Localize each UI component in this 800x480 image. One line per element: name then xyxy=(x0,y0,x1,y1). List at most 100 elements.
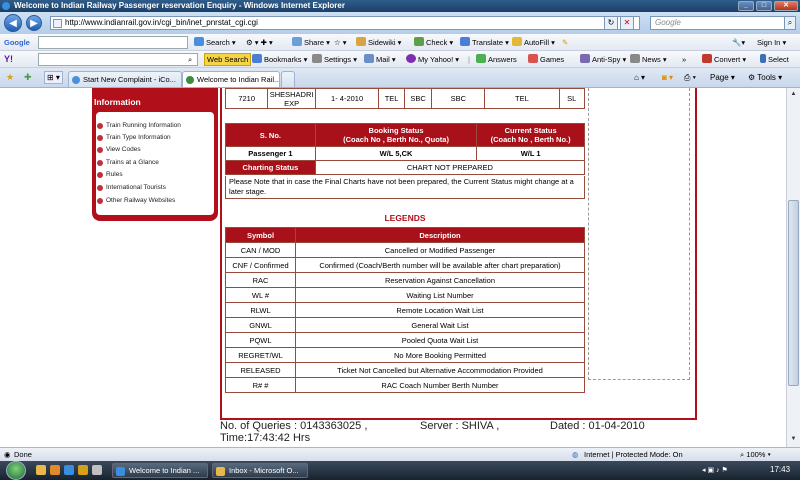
window-titlebar: Welcome to Indian Railway Passenger rese… xyxy=(0,0,800,12)
yahoo-search-input[interactable] xyxy=(38,53,198,66)
autofill-label: AutoFill xyxy=(524,38,550,47)
legend-description: RAC Coach Number Berth Number xyxy=(295,377,585,393)
antispy-button[interactable]: Anti-Spy ▾ xyxy=(580,54,626,65)
tab-indian-rail[interactable]: Welcome to Indian Rail... xyxy=(182,71,280,87)
sidebar-item-international-tourists[interactable]: International Tourists xyxy=(97,184,166,191)
sidebar-item-label: Rules xyxy=(106,171,123,178)
legend-symbol: R# # xyxy=(225,377,296,393)
table-row: GNWL General Wait List xyxy=(225,317,585,333)
bookmark-button[interactable]: ☆ ▾ xyxy=(334,37,347,48)
games-button[interactable]: Games xyxy=(528,54,564,65)
answers-button[interactable]: Answers xyxy=(476,54,517,65)
refresh-icon[interactable]: ↻ xyxy=(604,16,618,30)
news-button[interactable]: News ▾ xyxy=(630,54,667,65)
sidebar-item-rules[interactable]: Rules xyxy=(97,171,123,178)
quick-tabs-icon[interactable]: ⊞ ▾ xyxy=(44,71,63,84)
close-button[interactable]: ✕ xyxy=(774,1,798,11)
sidewiki-label: Sidewiki xyxy=(368,38,396,47)
sidebar-item-trains-glance[interactable]: Trains at a Glance xyxy=(97,159,159,166)
server-name: Server : SHIVA , xyxy=(420,420,500,432)
tools-menu[interactable]: ⚙ Tools ▾ xyxy=(748,72,782,83)
google-search-button[interactable]: Search ▾ xyxy=(194,37,236,48)
new-tab-button[interactable] xyxy=(281,71,295,87)
sidewiki-button[interactable]: Sidewiki ▾ xyxy=(356,37,401,48)
quicklaunch-firefox-icon[interactable] xyxy=(50,465,60,475)
mail-icon xyxy=(364,54,374,63)
zoom-control[interactable]: ⌕ 100% ▾ xyxy=(740,448,771,461)
legends-table: Symbol Description CAN / MOD Cancelled or… xyxy=(225,227,585,393)
quicklaunch-media-icon[interactable] xyxy=(78,465,88,475)
task-inbox-outlook[interactable]: Inbox - Microsoft O... xyxy=(212,463,308,478)
search-icon[interactable]: ⌕ xyxy=(784,16,796,30)
back-button[interactable]: ◀ xyxy=(4,14,22,32)
pencil-icon[interactable]: ✎ xyxy=(562,37,568,48)
page-menu[interactable]: Page ▾ xyxy=(710,72,735,83)
sidebar-item-train-running[interactable]: Train Running Information xyxy=(97,122,181,129)
bookmarks-button[interactable]: Bookmarks ▾ xyxy=(252,54,307,65)
mail-label: Mail xyxy=(376,55,390,64)
translate-button[interactable]: Translate ▾ xyxy=(460,37,509,48)
legends-title: LEGENDS xyxy=(384,213,426,223)
scroll-thumb[interactable] xyxy=(788,200,799,386)
convert-button[interactable]: Convert ▾ xyxy=(702,54,746,65)
address-bar-area: ◀ ▶ http://www.indianrail.gov.in/cgi_bin… xyxy=(0,12,800,34)
maximize-button[interactable]: □ xyxy=(756,1,772,11)
home-icon[interactable]: ⌂ ▾ xyxy=(634,72,645,83)
start-button[interactable] xyxy=(6,461,26,480)
add-favorites-icon[interactable]: ✚ xyxy=(24,72,32,83)
table-row: R# # RAC Coach Number Berth Number xyxy=(225,377,585,393)
vertical-scrollbar[interactable]: ▲ ▼ xyxy=(786,88,800,447)
select-button[interactable]: Select xyxy=(760,54,789,65)
tb-buttons[interactable]: ⚙ ▾ ✚ ▾ xyxy=(246,37,273,48)
search-input[interactable]: Google xyxy=(650,16,785,30)
page-icon xyxy=(53,19,62,28)
sidebar-item-view-codes[interactable]: View Codes xyxy=(97,146,141,153)
share-button[interactable]: Share ▾ xyxy=(292,37,330,48)
status-bar: ◉ Done ◍ Internet | Protected Mode: On ⌕… xyxy=(0,447,800,461)
autofill-button[interactable]: AutoFill ▾ xyxy=(512,37,555,48)
signin-button[interactable]: Sign In ▾ xyxy=(757,37,786,48)
task-indian-rail[interactable]: Welcome to Indian ... xyxy=(112,463,208,478)
google-search-input[interactable] xyxy=(38,36,188,49)
wrench-icon[interactable]: 🔧▾ xyxy=(732,37,745,48)
feeds-icon[interactable]: ◙ ▾ xyxy=(662,72,673,83)
quicklaunch-ie-icon[interactable] xyxy=(64,465,74,475)
web-search-button[interactable]: Web Search xyxy=(204,53,252,66)
zone-text: Internet | Protected Mode: On xyxy=(584,450,683,459)
tray-icons[interactable]: ◂ ▣ ♪ ⚑ xyxy=(702,466,728,474)
tab-label: Welcome to Indian Rail... xyxy=(197,75,280,84)
my-yahoo-button[interactable]: My Yahoo! ▾ xyxy=(406,54,459,65)
quicklaunch-folder-icon[interactable] xyxy=(36,465,46,475)
tab-start-new-complaint[interactable]: Start New Complaint - iCo... xyxy=(68,71,182,87)
upto-station: SBC xyxy=(431,88,486,109)
check-button[interactable]: Check ▾ xyxy=(414,37,453,48)
mail-button[interactable]: Mail ▾ xyxy=(364,54,396,65)
settings-button[interactable]: Settings ▾ xyxy=(312,54,357,65)
address-input[interactable]: http://www.indianrail.gov.in/cgi_bin/ine… xyxy=(50,16,640,30)
scroll-down-icon[interactable]: ▼ xyxy=(788,434,799,445)
forward-button[interactable]: ▶ xyxy=(26,15,42,31)
clock: 17:43 xyxy=(770,465,791,474)
bullet-icon xyxy=(97,123,103,129)
stop-icon[interactable]: ✕ xyxy=(620,16,634,30)
antispy-label: Anti-Spy xyxy=(592,55,621,64)
yahoo-logo: Y! xyxy=(4,54,13,64)
zoom-level: 100% xyxy=(746,450,766,459)
search-icon[interactable]: ⌕ xyxy=(188,54,192,65)
google-logo: Google xyxy=(4,38,30,47)
minimize-button[interactable]: _ xyxy=(738,1,754,11)
translate-label: Translate xyxy=(472,38,503,47)
scroll-up-icon[interactable]: ▲ xyxy=(788,89,799,100)
favorites-star-icon[interactable]: ★ xyxy=(6,72,14,83)
legend-description: General Wait List xyxy=(295,317,585,333)
bullet-icon xyxy=(97,160,103,166)
news-label: News xyxy=(642,55,661,64)
print-icon[interactable]: ⎙ ▾ xyxy=(684,72,696,83)
sidebar-item-train-type[interactable]: Train Type Information xyxy=(97,134,171,141)
legend-description: Remote Location Wait List xyxy=(295,302,585,318)
toolbar-chevron-icon[interactable]: » xyxy=(682,54,686,65)
sidebar-item-other-websites[interactable]: Other Railway Websites xyxy=(97,197,175,204)
boarding-station: TEL xyxy=(484,88,560,109)
my-yahoo-icon xyxy=(406,54,416,63)
quicklaunch-desktop-icon[interactable] xyxy=(92,465,102,475)
